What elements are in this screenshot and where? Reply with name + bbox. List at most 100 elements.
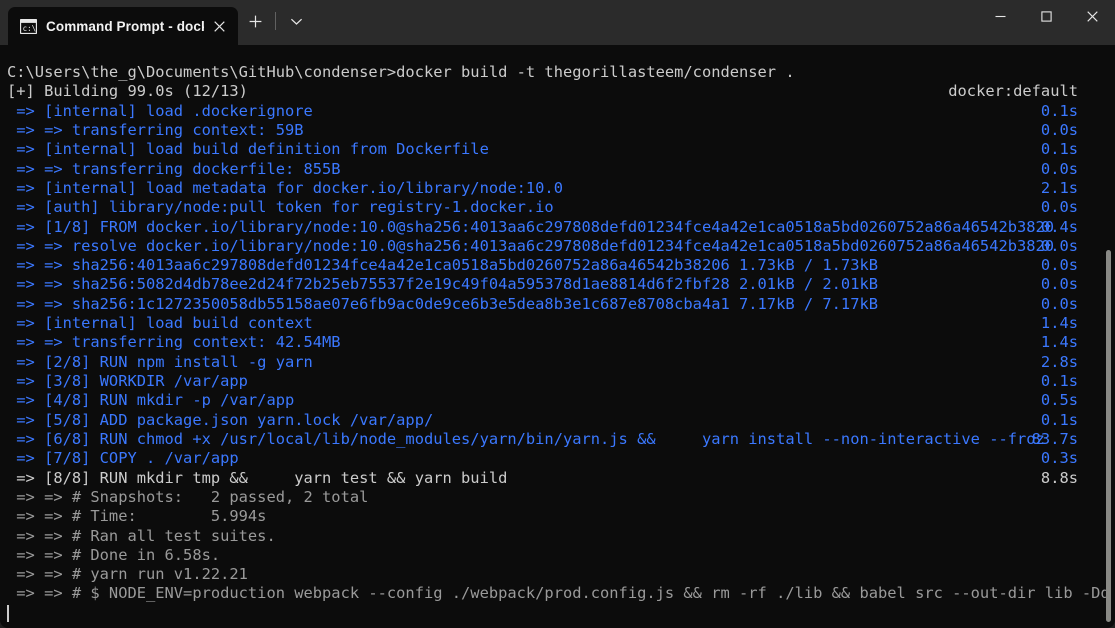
terminal-line-text: => => sha256:5082d4db78ee2d24f72b25eb755… — [7, 275, 878, 294]
tab-command-prompt[interactable]: c:\ Command Prompt - docker b — [8, 7, 238, 45]
terminal-screen: C:\Users\the_g\Documents\GitHub\condense… — [7, 63, 1110, 623]
terminal-cursor-line — [7, 604, 1092, 623]
terminal-line: => => # yarn run v1.22.21 — [7, 565, 1092, 584]
terminal-line-text: => [internal] load metadata for docker.i… — [7, 178, 563, 197]
terminal-line-duration: 2.8s — [1040, 352, 1078, 371]
terminal-line-duration: docker:default — [948, 82, 1078, 101]
terminal-line-text: => => # $ NODE_ENV=production webpack --… — [7, 584, 1110, 603]
terminal-line: C:\Users\the_g\Documents\GitHub\condense… — [7, 63, 1092, 82]
terminal-line-duration: 2.1s — [1040, 178, 1078, 197]
terminal-line: => [internal] load build context 1.4s — [7, 314, 1092, 333]
title-bar: c:\ Command Prompt - docker b — [0, 0, 1115, 45]
terminal-line-text: => => # yarn run v1.22.21 — [7, 565, 248, 584]
tab-strip: c:\ Command Prompt - docker b — [0, 0, 313, 45]
terminal-line-duration: 0.1s — [1040, 140, 1078, 159]
terminal-line: => [4/8] RUN mkdir -p /var/app 0.5s — [7, 391, 1092, 410]
terminal-line-text: => => # Done in 6.58s. — [7, 545, 221, 564]
terminal-line-duration: 0.1s — [1040, 372, 1078, 390]
terminal-line: => => transferring dockerfile: 855B 0.0s — [7, 160, 1092, 179]
terminal-line: => [2/8] RUN npm install -g yarn 2.8s — [7, 353, 1092, 372]
terminal-line-text: => [6/8] RUN chmod +x /usr/local/lib/nod… — [7, 429, 1045, 448]
terminal-line-text: => [2/8] RUN npm install -g yarn — [7, 352, 313, 371]
terminal-line-text: => [internal] load build context — [7, 314, 313, 333]
terminal-line-text: => [4/8] RUN mkdir -p /var/app — [7, 391, 295, 410]
terminal-line-text: => [1/8] FROM docker.io/library/node:10.… — [7, 217, 1055, 236]
terminal-line-text: => => sha256:4013aa6c297808defd01234fce4… — [7, 256, 878, 275]
terminal-line-duration: 1.4s — [1040, 314, 1078, 333]
terminal-line-duration: 0.0s — [1040, 256, 1078, 275]
terminal-line-duration: 0.0s — [1040, 236, 1078, 255]
terminal-line-duration: 0.4s — [1040, 217, 1078, 236]
terminal-line-text: => => resolve docker.io/library/node:10.… — [7, 236, 1055, 255]
terminal-line-duration: 0.0s — [1040, 198, 1078, 217]
terminal-line-text: => => transferring context: 42.54MB — [7, 333, 341, 352]
terminal-line-text: [+] Building 99.0s (12/13) — [7, 82, 248, 101]
terminal-line-text: => [auth] library/node:pull token for re… — [7, 198, 554, 217]
terminal-line-text: => [internal] load build definition from… — [7, 140, 489, 159]
terminal-line-text: C:\Users\the_g\Documents\GitHub\condense… — [7, 63, 795, 81]
terminal-line-duration: 0.1s — [1040, 101, 1078, 120]
terminal-line: => => # Snapshots: 2 passed, 2 total — [7, 488, 1092, 507]
terminal-line: => [auth] library/node:pull token for re… — [7, 198, 1092, 217]
terminal-line-text: => => transferring context: 59B — [7, 120, 304, 139]
terminal-line: => [5/8] ADD package.json yarn.lock /var… — [7, 411, 1092, 430]
terminal-line-text: => [5/8] ADD package.json yarn.lock /var… — [7, 410, 434, 429]
terminal-line: => => # Ran all test suites. — [7, 527, 1092, 546]
maximize-button[interactable] — [1023, 0, 1069, 32]
scrollbar[interactable] — [1106, 45, 1112, 628]
toolbar-separator — [275, 12, 276, 30]
terminal-line-text: => [internal] load .dockerignore — [7, 101, 313, 120]
close-button[interactable] — [1069, 0, 1115, 32]
terminal-line-text: => [7/8] COPY . /var/app — [7, 449, 239, 468]
svg-text:c:\: c:\ — [23, 24, 37, 33]
terminal-line: => => # Done in 6.58s. — [7, 546, 1092, 565]
terminal-line-duration: 0.0s — [1040, 159, 1078, 178]
terminal-line-duration: 0.0s — [1040, 120, 1078, 139]
terminal-line: => [internal] load metadata for docker.i… — [7, 179, 1092, 198]
plus-icon[interactable] — [238, 6, 272, 36]
terminal-line: [+] Building 99.0s (12/13) docker:default — [7, 82, 1092, 101]
terminal-line: => => sha256:4013aa6c297808defd01234fce4… — [7, 256, 1092, 275]
minimize-button[interactable] — [977, 0, 1023, 32]
terminal-line-duration: 1.4s — [1040, 333, 1078, 352]
command-prompt-icon: c:\ — [19, 18, 38, 34]
terminal-line: => => resolve docker.io/library/node:10.… — [7, 237, 1092, 256]
close-icon[interactable] — [206, 13, 232, 39]
new-tab-area — [238, 0, 313, 45]
terminal-line: => [internal] load build definition from… — [7, 140, 1092, 159]
window-controls — [977, 0, 1115, 45]
terminal-line: => => sha256:1c1272350058db55158ae07e6fb… — [7, 295, 1092, 314]
terminal-line: => [7/8] COPY . /var/app 0.3s — [7, 449, 1092, 468]
terminal-line-duration: 8.8s — [1040, 468, 1078, 487]
terminal-line: => [8/8] RUN mkdir tmp && yarn test && y… — [7, 469, 1092, 488]
terminal-line-duration: 0.0s — [1040, 294, 1078, 313]
chevron-down-icon[interactable] — [279, 6, 313, 36]
terminal-line-duration: 83.7s — [1031, 429, 1078, 448]
terminal-line: => => # $ NODE_ENV=production webpack --… — [7, 584, 1109, 603]
terminal-window: c:\ Command Prompt - docker b — [0, 0, 1115, 628]
terminal-line-duration: 0.0s — [1040, 275, 1078, 294]
terminal-line: => [internal] load .dockerignore 0.1s — [7, 102, 1092, 121]
tab-title: Command Prompt - docker b — [46, 18, 204, 34]
terminal-line-text: => => sha256:1c1272350058db55158ae07e6fb… — [7, 294, 878, 313]
terminal-line: => [3/8] WORKDIR /var/app 0.1s — [7, 372, 1092, 391]
terminal-line-text: => => # Time: 5.994s — [7, 507, 267, 526]
terminal-line: => [1/8] FROM docker.io/library/node:10.… — [7, 218, 1092, 237]
titlebar-drag-region[interactable] — [313, 0, 977, 45]
terminal-line: => => # Time: 5.994s — [7, 507, 1092, 526]
terminal-line-text: => [3/8] WORKDIR /var/app — [7, 372, 248, 390]
terminal-line-text: => [8/8] RUN mkdir tmp && yarn test && y… — [7, 468, 508, 487]
terminal-line-duration: 0.5s — [1040, 391, 1078, 410]
scrollbar-thumb[interactable] — [1106, 250, 1111, 622]
terminal-line-text: => => # Snapshots: 2 passed, 2 total — [7, 487, 369, 506]
text-cursor — [7, 604, 9, 622]
terminal-line-text: => => transferring dockerfile: 855B — [7, 159, 341, 178]
terminal-line: => => transferring context: 42.54MB 1.4s — [7, 333, 1092, 352]
terminal-line-text: => => # Ran all test suites. — [7, 526, 276, 545]
terminal-line: => => transferring context: 59B 0.0s — [7, 121, 1092, 140]
terminal-line-duration: 0.1s — [1040, 410, 1078, 429]
terminal-line: => [6/8] RUN chmod +x /usr/local/lib/nod… — [7, 430, 1092, 449]
terminal-line-duration: 0.3s — [1040, 449, 1078, 468]
terminal-line: => => sha256:5082d4db78ee2d24f72b25eb755… — [7, 275, 1092, 294]
terminal-body[interactable]: C:\Users\the_g\Documents\GitHub\condense… — [0, 45, 1115, 628]
